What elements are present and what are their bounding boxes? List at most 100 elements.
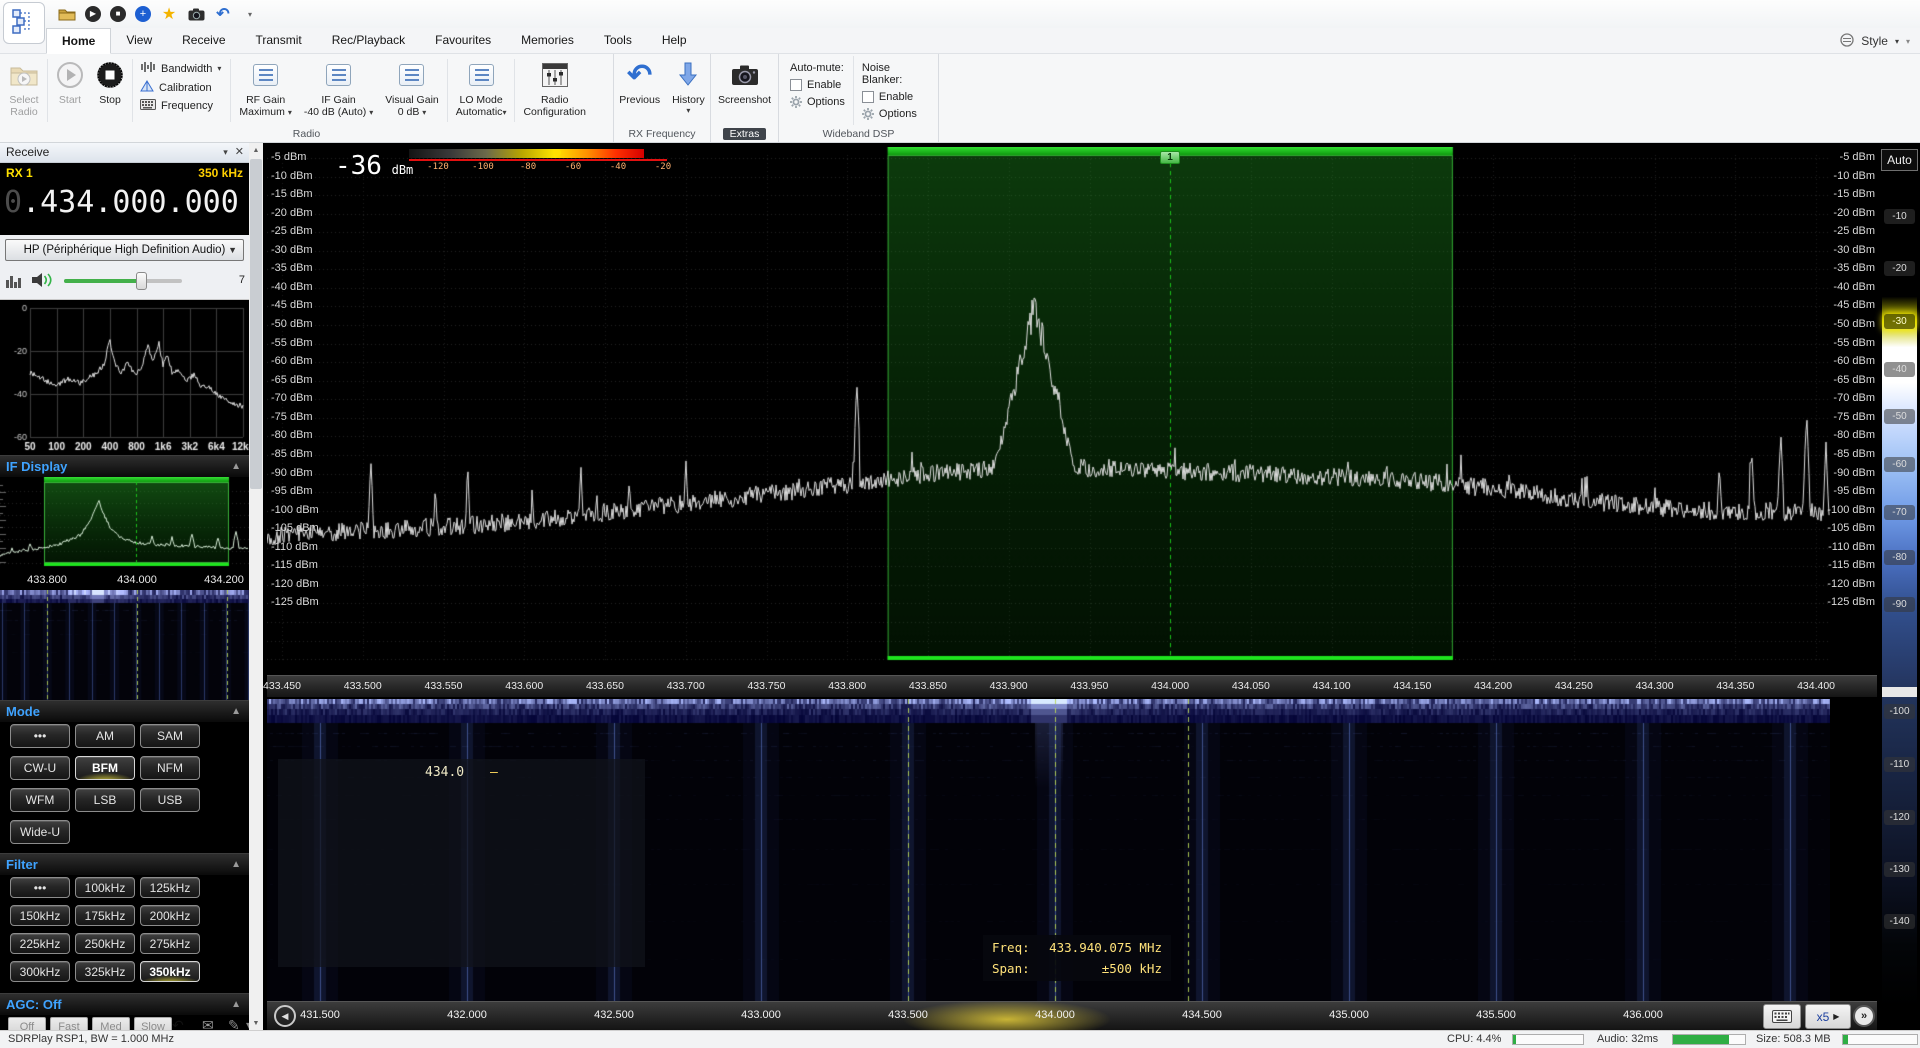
agc-button-fast[interactable]: Fast xyxy=(50,1017,88,1030)
app-menu-button[interactable] xyxy=(3,2,45,44)
filter-button-275khz[interactable]: 275kHz xyxy=(140,933,200,954)
select-radio-button[interactable]: Select Radio xyxy=(3,56,45,125)
filter-button-150khz[interactable]: 150kHz xyxy=(10,905,70,926)
agc-envelope-icon[interactable]: ✉ xyxy=(202,1017,214,1030)
if-gain-button[interactable]: IF Gain -40 dB (Auto) ▾ xyxy=(298,56,379,125)
scroll-down-icon[interactable]: ▼ xyxy=(249,1016,263,1030)
bandwidth-button[interactable]: Bandwidth▾ xyxy=(140,61,221,76)
scroll-left-button[interactable]: ◀ xyxy=(274,1005,296,1027)
filter-button-100khz[interactable]: 100kHz xyxy=(75,877,135,898)
mode-button-lsb[interactable]: LSB xyxy=(75,788,135,812)
tab-favourites[interactable]: Favourites xyxy=(420,28,506,54)
audio-device-select[interactable]: HP (Périphérique High Definition Audio) … xyxy=(5,239,244,261)
mode-button-wideu[interactable]: Wide-U xyxy=(10,820,70,844)
open-folder-icon[interactable] xyxy=(58,5,76,23)
style-label[interactable]: Style xyxy=(1861,34,1888,48)
filter-button-200khz[interactable]: 200kHz xyxy=(140,905,200,926)
palette-auto-button[interactable]: Auto xyxy=(1881,149,1918,171)
rx-frequency-display[interactable]: RX 1 350 kHz 0.434.000.000 xyxy=(0,163,249,235)
panel-chevron-down-icon[interactable]: ▾ xyxy=(223,143,228,162)
automute-enable-checkbox[interactable]: Enable xyxy=(790,79,845,91)
quick-access-toolbar: ▶ ■ + ★ ↶ ▾ xyxy=(58,3,259,25)
start-button[interactable]: Start xyxy=(50,56,90,125)
automute-options-button[interactable]: Options xyxy=(790,96,845,108)
filter-button-325khz[interactable]: 325kHz xyxy=(75,961,135,982)
collapse-icon[interactable]: ▲ xyxy=(231,701,241,722)
tab-rec-playback[interactable]: Rec/Playback xyxy=(317,28,420,54)
noise-blanker-enable-checkbox[interactable]: Enable xyxy=(862,91,927,103)
fast-forward-button[interactable]: » xyxy=(1853,1005,1875,1027)
scroll-up-icon[interactable]: ▲ xyxy=(249,143,263,157)
ribbon-group-rx-frequency: ↶ Previous History ▾ RX Frequency xyxy=(614,54,711,142)
frequency-button[interactable]: Frequency xyxy=(140,99,221,113)
filter-button-300khz[interactable]: 300kHz xyxy=(10,961,70,982)
lo-mode-button[interactable]: LO Mode Automatic▾ xyxy=(450,56,513,125)
add-icon[interactable]: + xyxy=(135,6,151,22)
filter-button-225khz[interactable]: 225kHz xyxy=(10,933,70,954)
filter-button-175khz[interactable]: 175kHz xyxy=(75,905,135,926)
noise-blanker-options-button[interactable]: Options xyxy=(862,108,927,120)
scrollbar-thumb[interactable] xyxy=(250,159,262,489)
stop-icon[interactable]: ■ xyxy=(110,6,126,22)
start-icon[interactable]: ▶ xyxy=(85,6,101,22)
tab-memories[interactable]: Memories xyxy=(506,28,589,54)
if-spectrum-canvas[interactable] xyxy=(0,477,249,573)
filter-button-250khz[interactable]: 250kHz xyxy=(75,933,135,954)
mode-button-sam[interactable]: SAM xyxy=(140,724,200,748)
filter-button-[interactable]: ••• xyxy=(10,877,70,898)
tab-view[interactable]: View xyxy=(111,28,167,54)
tab-help[interactable]: Help xyxy=(647,28,702,54)
tab-transmit[interactable]: Transmit xyxy=(241,28,317,54)
collapse-icon[interactable]: ▲ xyxy=(231,854,241,875)
volume-slider[interactable] xyxy=(64,279,182,283)
stop-button[interactable]: Stop xyxy=(90,56,130,125)
zoom-button[interactable]: x5 ▶ xyxy=(1805,1004,1851,1029)
equalizer-icon[interactable] xyxy=(5,272,23,293)
agc-button-slow[interactable]: Slow xyxy=(134,1017,172,1030)
mode-button-wfm[interactable]: WFM xyxy=(10,788,70,812)
agc-button-off[interactable]: Off xyxy=(8,1017,46,1030)
tab-tools[interactable]: Tools xyxy=(589,28,647,54)
mode-button-[interactable]: ••• xyxy=(10,724,70,748)
agc-undo-icon[interactable]: ↶ xyxy=(172,1017,184,1030)
screenshot-camera-icon[interactable] xyxy=(187,5,205,23)
rx-marker-badge[interactable]: 1 xyxy=(1160,151,1180,164)
favourite-star-icon[interactable]: ★ xyxy=(160,5,178,23)
main-spectrum-canvas[interactable] xyxy=(267,147,1830,675)
radio-configuration-button[interactable]: Radio Configuration xyxy=(517,56,591,125)
spectrum-frequency-scale[interactable]: 433.450433.500433.550433.600433.650433.7… xyxy=(267,675,1877,697)
calibration-button[interactable]: Calibration xyxy=(140,80,221,95)
volume-slider-handle[interactable] xyxy=(136,272,147,290)
mode-button-usb[interactable]: USB xyxy=(140,788,200,812)
mode-button-nfm[interactable]: NFM xyxy=(140,756,200,780)
panel-scrollbar[interactable]: ▲ ▼ xyxy=(249,143,263,1030)
mode-button-am[interactable]: AM xyxy=(75,724,135,748)
keyboard-entry-button[interactable] xyxy=(1763,1004,1801,1029)
filter-button-125khz[interactable]: 125kHz xyxy=(140,877,200,898)
agc-button-med[interactable]: Med xyxy=(92,1017,130,1030)
style-dropdown-icon[interactable]: ▾ xyxy=(1895,37,1899,46)
undo-icon[interactable]: ↶ xyxy=(214,5,232,23)
tab-home[interactable]: Home xyxy=(46,28,111,54)
tab-receive[interactable]: Receive xyxy=(167,28,240,54)
ribbon-collapse-icon[interactable]: ▾ xyxy=(1906,37,1910,46)
history-button[interactable]: History ▾ xyxy=(666,56,711,125)
panel-close-icon[interactable]: ✕ xyxy=(235,143,244,162)
theme-icon[interactable] xyxy=(1840,33,1854,50)
qat-more-icon[interactable]: ▾ xyxy=(241,5,259,23)
mode-button-cwu[interactable]: CW-U xyxy=(10,756,70,780)
screenshot-button[interactable]: Screenshot xyxy=(712,56,777,125)
rf-gain-button[interactable]: RF Gain Maximum ▾ xyxy=(233,56,297,125)
frequency-readout[interactable]: 0.434.000.000 xyxy=(4,185,239,220)
agc-signature-icon[interactable]: ✎ xyxy=(228,1017,240,1030)
speaker-icon[interactable] xyxy=(31,272,53,293)
collapse-icon[interactable]: ▲ xyxy=(231,994,241,1015)
filter-button-350khz[interactable]: 350kHz xyxy=(140,961,200,982)
visual-gain-button[interactable]: Visual Gain 0 dB ▾ xyxy=(379,56,445,125)
mode-button-bfm[interactable]: BFM xyxy=(75,756,135,780)
previous-button[interactable]: ↶ Previous xyxy=(613,56,666,125)
waterfall-frequency-scale[interactable]: 431.500432.000432.500433.000433.500434.0… xyxy=(267,1001,1877,1030)
palette-gradient-lower[interactable] xyxy=(1882,697,1917,1008)
collapse-icon[interactable]: ▲ xyxy=(231,456,241,477)
if-waterfall-canvas[interactable] xyxy=(0,590,249,700)
